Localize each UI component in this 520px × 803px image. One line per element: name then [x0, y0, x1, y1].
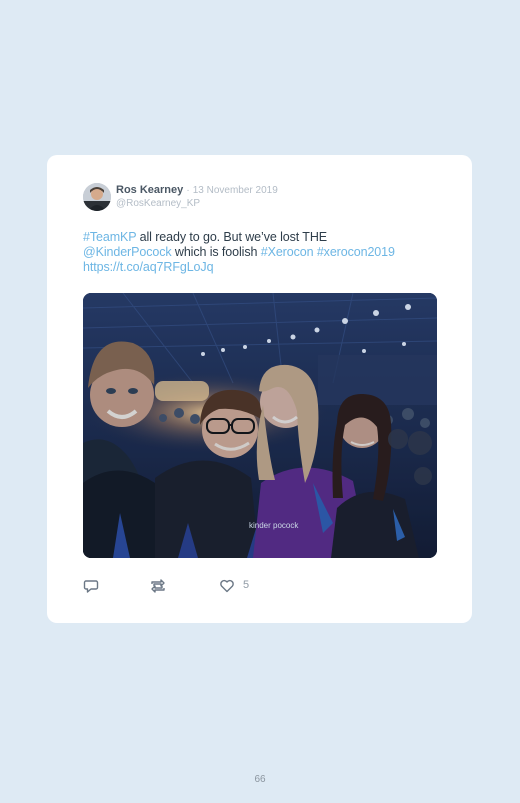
tweet-text-part: which is foolish [171, 245, 261, 259]
tweet-date: 13 November 2019 [192, 185, 278, 196]
reply-button[interactable] [83, 578, 101, 594]
heart-icon [220, 579, 234, 593]
hashtag-xerocon[interactable]: #Xerocon [261, 245, 314, 259]
author-handle[interactable]: @RosKearney_KP [116, 198, 200, 209]
tweet-text-part: all ready to go. But we’ve lost THE [136, 230, 327, 244]
like-button[interactable] [219, 578, 237, 594]
tweet-link[interactable]: https://t.co/aq7RFgLoJq [83, 260, 214, 274]
tweet-actions: 5 [83, 578, 303, 594]
reply-icon [83, 580, 99, 593]
tweet-photo[interactable]: kinder pocock [83, 293, 437, 558]
tweet-header: Ros Kearney · 13 November 2019 @RosKearn… [83, 183, 452, 213]
author-name[interactable]: Ros Kearney [116, 184, 183, 196]
page-number: 66 [254, 774, 266, 785]
avatar-image [83, 183, 111, 211]
retweet-button[interactable] [149, 578, 167, 594]
event-selfie-photo: kinder pocock [83, 293, 437, 558]
avatar[interactable] [83, 183, 111, 211]
like-count: 5 [243, 579, 250, 591]
tweet-card[interactable]: Ros Kearney · 13 November 2019 @RosKearn… [47, 155, 472, 623]
mention-kinderpocock[interactable]: @KinderPocock [83, 245, 172, 259]
hashtag-xerocon2019[interactable]: #xerocon2019 [317, 245, 395, 259]
retweet-icon [151, 579, 165, 593]
hashtag-teamkp[interactable]: #TeamKP [83, 230, 136, 244]
separator: · [186, 185, 190, 196]
author-line: Ros Kearney · 13 November 2019 [116, 184, 278, 197]
tweet-text: #TeamKP all ready to go. But we’ve lost … [83, 230, 443, 275]
